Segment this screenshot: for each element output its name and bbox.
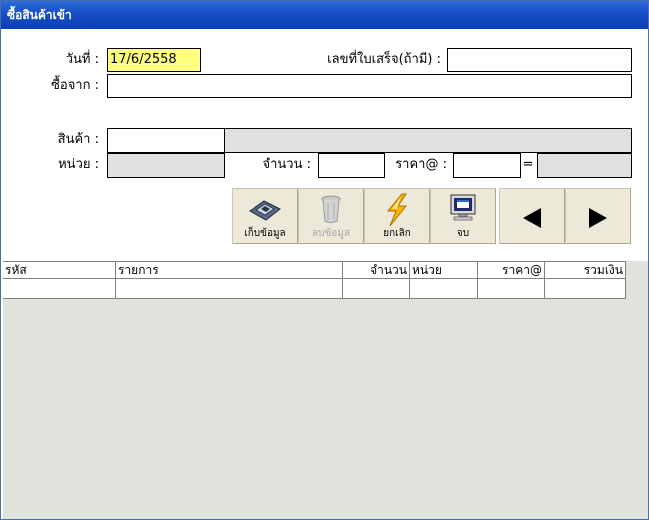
column-header-price[interactable]: ราคา@ [478, 262, 545, 278]
window-title: ซื้อสินค้าเข้า [1, 1, 648, 29]
cell-item[interactable] [116, 279, 343, 298]
product-label: สินค้า : [57, 132, 99, 147]
cell-total[interactable] [545, 279, 626, 298]
lightning-icon [382, 193, 412, 230]
equals-label: = [522, 157, 534, 172]
cancel-button-label: ยกเลิก [383, 228, 411, 239]
cancel-button[interactable]: ยกเลิก [364, 188, 430, 244]
cell-unit[interactable] [410, 279, 478, 298]
price-label: ราคา@ : [395, 157, 447, 172]
save-button-label: เก็บข้อมูล [244, 228, 286, 239]
quantity-label: จำนวน : [262, 157, 311, 172]
column-header-item[interactable]: รายการ [116, 262, 343, 278]
purchase-window: ซื้อสินค้าเข้า วันที่ : 17/6/2558 เลขที่… [0, 0, 649, 520]
save-button[interactable]: เก็บข้อมูล [232, 188, 298, 244]
right-triangle-icon [587, 207, 609, 232]
close-button-label: จบ [456, 228, 470, 239]
column-header-unit[interactable]: หน่วย [410, 262, 478, 278]
price-field[interactable] [453, 153, 521, 178]
close-button[interactable]: จบ [430, 188, 496, 244]
vendor-field[interactable] [107, 74, 632, 98]
receipt-field[interactable] [447, 48, 632, 72]
product-code-field[interactable] [107, 128, 225, 153]
vendor-label: ซื้อจาก : [51, 78, 99, 93]
column-header-code[interactable]: รหัส [3, 262, 116, 278]
cell-code[interactable] [3, 279, 116, 298]
delete-button-label: ลบข้อมูล [311, 228, 351, 239]
product-name-field [224, 128, 632, 153]
prev-record-button[interactable] [499, 188, 565, 244]
unit-field [107, 153, 225, 178]
column-header-total[interactable]: รวมเงิน [545, 262, 626, 278]
table-row[interactable] [3, 279, 626, 299]
delete-button[interactable]: ลบข้อมูล [298, 188, 364, 244]
total-field [537, 153, 632, 178]
monitor-icon [448, 193, 478, 228]
next-record-button[interactable] [565, 188, 631, 244]
left-triangle-icon [521, 207, 543, 232]
items-grid[interactable]: รหัส รายการ จำนวน หน่วย ราคา@ รวมเงิน [3, 261, 648, 519]
trash-icon [316, 193, 346, 228]
cell-quantity[interactable] [343, 279, 410, 298]
disk-icon [246, 193, 284, 226]
receipt-label: เลขที่ใบเสร็จ(ถ้ามี) : [327, 52, 441, 67]
cell-price[interactable] [478, 279, 545, 298]
date-label: วันที่ : [65, 52, 99, 67]
unit-label: หน่วย : [58, 157, 99, 172]
grid-header-row: รหัส รายการ จำนวน หน่วย ราคา@ รวมเงิน [3, 261, 626, 279]
quantity-field[interactable] [318, 153, 385, 178]
column-header-quantity[interactable]: จำนวน [343, 262, 410, 278]
date-field[interactable]: 17/6/2558 [107, 48, 201, 72]
